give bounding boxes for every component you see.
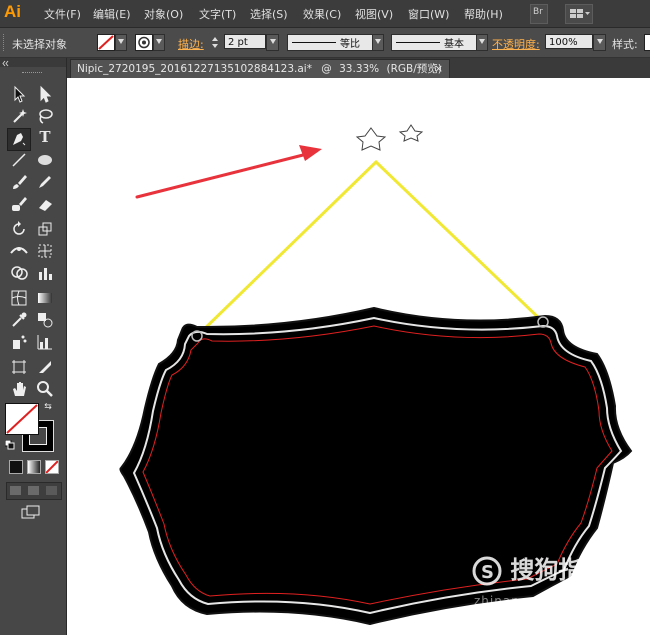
star-shape-small[interactable] bbox=[398, 124, 424, 142]
gradient-mode-button[interactable] bbox=[27, 460, 41, 474]
column-graph-tool-icon[interactable] bbox=[35, 263, 55, 283]
document-title: Nipic_2720195_20161227135102884123.ai* bbox=[77, 63, 312, 75]
app-logo: Ai bbox=[4, 2, 21, 21]
line-tool-icon[interactable] bbox=[9, 150, 29, 170]
width-tool-icon[interactable] bbox=[9, 241, 29, 261]
menu-type[interactable]: 文字(T) bbox=[199, 6, 236, 22]
blend-tool-icon[interactable] bbox=[35, 310, 55, 330]
collapse-icon[interactable] bbox=[0, 59, 66, 68]
menu-window[interactable]: 窗口(W) bbox=[408, 6, 449, 22]
stroke-weight-dropdown[interactable] bbox=[266, 34, 279, 51]
watermark: S 搜狗指南 bbox=[472, 550, 606, 586]
type-tool-icon[interactable]: T bbox=[35, 128, 55, 148]
color-mode-button[interactable] bbox=[9, 460, 23, 474]
opacity-label[interactable]: 不透明度: bbox=[492, 36, 540, 52]
none-slash-icon bbox=[6, 404, 38, 434]
menu-object[interactable]: 对象(O) bbox=[144, 6, 183, 22]
selection-status: 未选择对象 bbox=[12, 38, 67, 51]
stroke-dropdown[interactable] bbox=[153, 34, 165, 51]
toolbox-grip bbox=[22, 72, 42, 75]
fill-swatch[interactable] bbox=[97, 34, 115, 51]
menu-file[interactable]: 文件(F) bbox=[44, 6, 81, 22]
separator-at: @ bbox=[321, 63, 332, 75]
svg-text:S: S bbox=[481, 562, 494, 583]
direct-selection-tool-icon[interactable] bbox=[35, 84, 55, 104]
brush-label: 基本 bbox=[444, 39, 464, 50]
shape-builder-tool-icon[interactable] bbox=[9, 263, 29, 283]
toolbox-header bbox=[0, 58, 66, 67]
stroke-label[interactable]: 描边: bbox=[178, 36, 204, 52]
arrange-documents-button[interactable] bbox=[565, 4, 593, 24]
profile-label: 等比 bbox=[340, 39, 360, 50]
draw-behind-button[interactable] bbox=[28, 486, 39, 495]
mesh-tool-icon[interactable] bbox=[9, 288, 29, 308]
screen-mode-icon bbox=[21, 505, 40, 519]
fill-color-swatch-front[interactable] bbox=[5, 403, 39, 435]
menu-bar: Ai 文件(F) 编辑(E) 对象(O) 文字(T) 选择(S) 效果(C) 视… bbox=[0, 0, 650, 28]
free-transform-tool-icon[interactable] bbox=[35, 241, 55, 261]
opacity-dropdown[interactable] bbox=[593, 34, 606, 51]
brush-dropdown[interactable] bbox=[476, 34, 488, 51]
swap-colors-icon[interactable]: ⇆ bbox=[42, 401, 54, 413]
artboard-tool-icon[interactable] bbox=[9, 357, 29, 377]
red-arrow bbox=[135, 145, 322, 199]
none-slash-icon bbox=[98, 35, 114, 50]
toolbox-panel: T ⇆ bbox=[0, 58, 67, 635]
sogou-s-icon: S bbox=[472, 556, 502, 586]
paintbrush-tool-icon[interactable] bbox=[9, 172, 29, 192]
arrange-grid-icon bbox=[570, 9, 590, 18]
menu-help[interactable]: 帮助(H) bbox=[464, 6, 503, 22]
rotate-tool-icon[interactable] bbox=[9, 219, 29, 239]
eyedropper-tool-icon[interactable] bbox=[9, 310, 29, 330]
screen-mode-button[interactable] bbox=[21, 505, 41, 519]
menu-effect[interactable]: 效果(C) bbox=[303, 6, 341, 22]
document-tab[interactable]: Nipic_2720195_20161227135102884123.ai* @… bbox=[70, 59, 450, 78]
pencil-tool-icon[interactable] bbox=[35, 172, 55, 192]
drawing-modes bbox=[6, 482, 62, 500]
magic-wand-tool-icon[interactable] bbox=[9, 106, 29, 126]
menu-select[interactable]: 选择(S) bbox=[250, 6, 288, 22]
watermark-text: 搜狗指南 bbox=[510, 556, 607, 584]
watermark-url: zhinan.sogou.com bbox=[474, 594, 600, 608]
draw-normal-button[interactable] bbox=[10, 486, 21, 495]
brush-definition[interactable]: 基本 bbox=[391, 34, 477, 51]
stroke-stepper[interactable] bbox=[210, 34, 220, 51]
zoom-level: 33.33% bbox=[339, 63, 380, 75]
ellipse-tool-icon[interactable] bbox=[35, 150, 55, 170]
bar-graph-tool-icon[interactable] bbox=[35, 332, 55, 352]
symbol-sprayer-tool-icon[interactable] bbox=[9, 332, 29, 352]
pen-tool-icon[interactable] bbox=[7, 128, 31, 151]
menu-edit[interactable]: 编辑(E) bbox=[93, 6, 131, 22]
document-tab-bar: Nipic_2720195_20161227135102884123.ai* @… bbox=[67, 58, 650, 78]
selection-tool-icon[interactable] bbox=[9, 84, 29, 104]
none-mode-button[interactable] bbox=[45, 460, 59, 474]
stroke-swatch[interactable] bbox=[135, 34, 153, 51]
zoom-tool-icon[interactable] bbox=[35, 379, 55, 399]
blob-brush-tool-icon[interactable] bbox=[9, 194, 29, 214]
close-tab-icon[interactable]: × bbox=[434, 60, 443, 78]
graphic-style-swatch[interactable] bbox=[644, 34, 650, 51]
hand-tool-icon[interactable] bbox=[9, 379, 29, 399]
profile-dropdown[interactable] bbox=[372, 34, 384, 51]
panel-grip bbox=[3, 34, 7, 51]
default-colors-icon[interactable] bbox=[4, 439, 15, 450]
draw-inside-button[interactable] bbox=[46, 486, 57, 495]
bridge-label: Br bbox=[533, 7, 543, 17]
gradient-tool-icon[interactable] bbox=[35, 288, 55, 308]
stroke-target-icon bbox=[138, 36, 150, 49]
star-shape-large[interactable] bbox=[355, 127, 387, 151]
variable-width-profile[interactable]: 等比 bbox=[287, 34, 373, 51]
control-bar: 未选择对象 描边: 2 pt 等比 基本 不透明度: 100% 样式: bbox=[0, 28, 650, 58]
menu-view[interactable]: 视图(V) bbox=[355, 6, 393, 22]
slice-tool-icon[interactable] bbox=[35, 357, 55, 377]
style-label: 样式: bbox=[612, 38, 638, 51]
bridge-button[interactable]: Br bbox=[530, 4, 548, 24]
scale-tool-icon[interactable] bbox=[35, 219, 55, 239]
eraser-tool-icon[interactable] bbox=[35, 194, 55, 214]
fill-dropdown[interactable] bbox=[115, 34, 127, 51]
lasso-tool-icon[interactable] bbox=[35, 106, 55, 126]
none-slash-icon bbox=[45, 460, 59, 474]
opacity-input[interactable]: 100% bbox=[545, 34, 593, 49]
stroke-weight-input[interactable]: 2 pt bbox=[224, 34, 266, 49]
